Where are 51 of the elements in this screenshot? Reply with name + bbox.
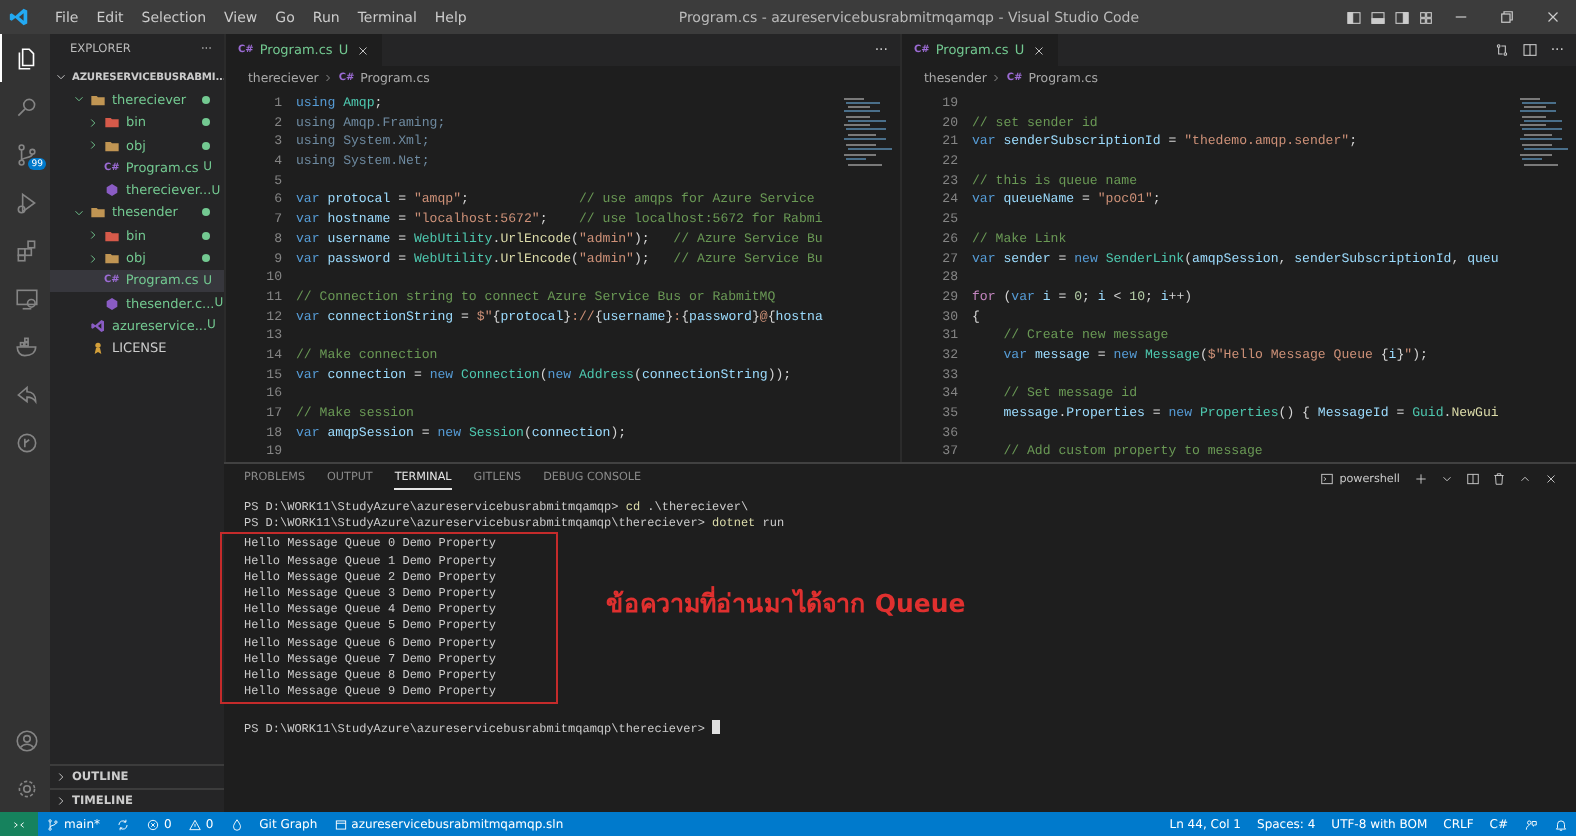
- project-icon: [104, 295, 120, 312]
- close-icon[interactable]: [356, 43, 371, 57]
- extensions-icon[interactable]: [13, 237, 39, 263]
- split-icon[interactable]: [1466, 472, 1480, 486]
- status-dot: [202, 95, 210, 104]
- account-icon[interactable]: [13, 727, 39, 753]
- git-commit-icon[interactable]: [13, 429, 39, 455]
- secondary-sidebar-icon[interactable]: [1394, 9, 1410, 25]
- chevron-down-icon[interactable]: [1440, 472, 1454, 486]
- settings-icon[interactable]: [13, 775, 39, 801]
- status-dot: [202, 118, 210, 127]
- remote-icon: [12, 817, 26, 831]
- split-icon[interactable]: [1522, 42, 1539, 58]
- panel-layout-icon[interactable]: [1370, 9, 1386, 25]
- status-dot: [202, 254, 210, 263]
- files-icon[interactable]: [13, 45, 39, 71]
- solution-icon: [333, 817, 348, 831]
- bell-icon[interactable]: [1554, 817, 1568, 831]
- share-arrow-icon[interactable]: [13, 381, 39, 407]
- feedback-icon[interactable]: [1524, 817, 1538, 831]
- search-icon[interactable]: [13, 93, 39, 119]
- chevron-right-icon: [990, 72, 1003, 84]
- whale-icon[interactable]: [13, 333, 39, 359]
- restore-icon[interactable]: [1498, 8, 1516, 26]
- annotation-text: ข้อความที่อ่านมาได้จาก Queue: [606, 584, 966, 622]
- close-icon[interactable]: [1544, 472, 1558, 486]
- chevron-down-icon[interactable]: [72, 205, 86, 220]
- source-control-icon[interactable]: [13, 141, 39, 167]
- trash-icon[interactable]: [1492, 472, 1506, 486]
- monitor-icon[interactable]: [13, 285, 39, 311]
- close-icon[interactable]: [1032, 43, 1047, 57]
- plus-icon[interactable]: [1414, 472, 1428, 486]
- sidebar-layout-icon[interactable]: [1346, 9, 1362, 25]
- chevron-right-icon: [322, 72, 335, 84]
- status-dot: [202, 141, 210, 150]
- status-dot: [202, 231, 210, 240]
- chevron-up-icon[interactable]: [1518, 472, 1532, 486]
- layout-grid-icon[interactable]: [1418, 9, 1434, 25]
- close-icon[interactable]: [1544, 8, 1562, 26]
- terminal-icon: [1319, 472, 1334, 486]
- solution-icon: [90, 317, 106, 334]
- project-icon: [104, 182, 120, 199]
- compare-icon[interactable]: [1494, 42, 1511, 58]
- sync-icon[interactable]: [116, 817, 130, 831]
- license-icon: [90, 340, 106, 357]
- error-icon: [146, 817, 160, 831]
- status-dot: [202, 208, 210, 217]
- warning-icon: [187, 817, 202, 831]
- app-logo-icon: [8, 6, 30, 28]
- branch-icon: [46, 817, 60, 831]
- run-debug-icon[interactable]: [13, 189, 39, 215]
